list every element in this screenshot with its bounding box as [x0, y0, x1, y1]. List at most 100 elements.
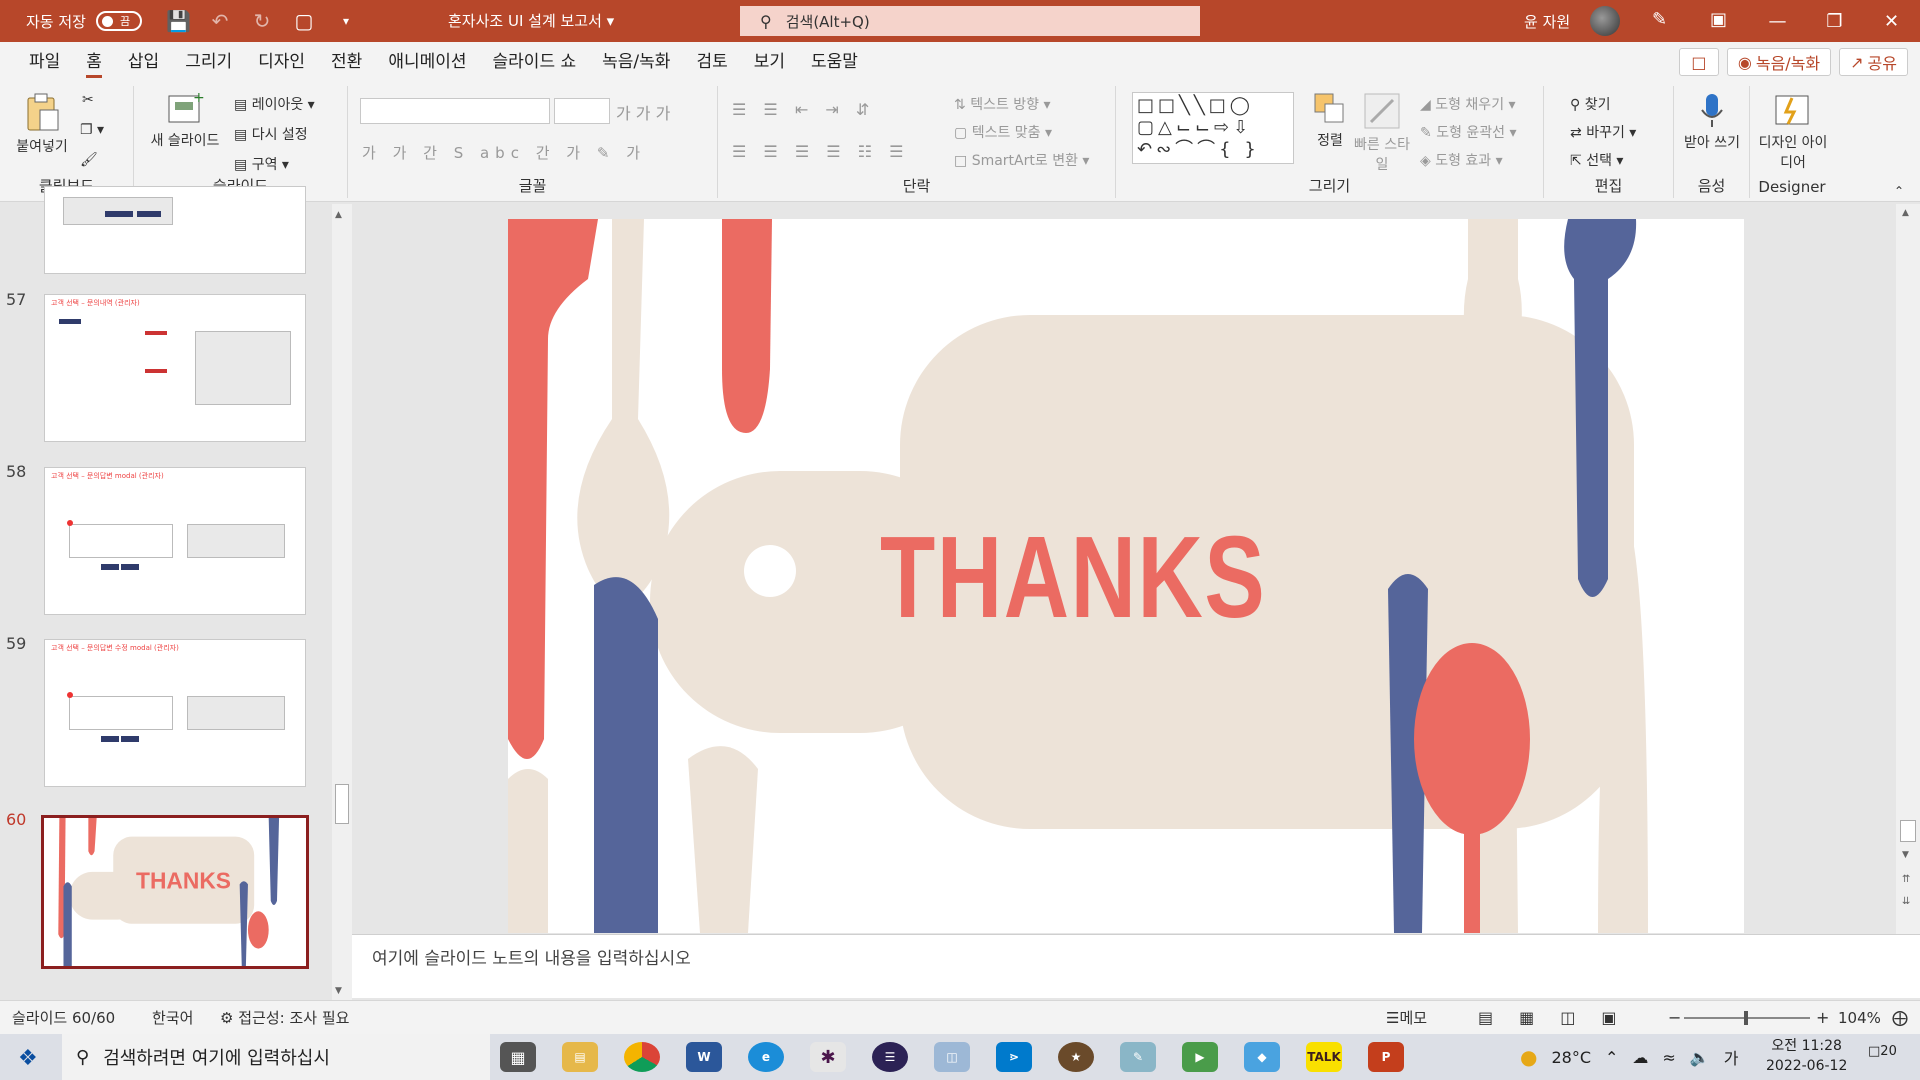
tab-draw[interactable]: 그리기: [172, 42, 245, 82]
align-icons[interactable]: ☰ ☰ ☰ ☰ ☷ ☰: [732, 142, 910, 161]
slide-headline[interactable]: THANKS: [880, 510, 1266, 644]
section-button[interactable]: ▤ 구역 ▾: [234, 154, 289, 174]
media-icon[interactable]: ▶: [1182, 1042, 1218, 1072]
search-box[interactable]: ⚲ 검색(Alt+Q): [740, 6, 1200, 36]
tab-review[interactable]: 검토: [683, 42, 740, 82]
text-direction-button[interactable]: ⇅ 텍스트 방향 ▾: [954, 94, 1051, 114]
reset-button[interactable]: ▤ 다시 설정: [234, 124, 308, 144]
slideshow-view-icon[interactable]: ▣: [1601, 1008, 1616, 1027]
file-explorer-icon[interactable]: ▤: [562, 1042, 598, 1072]
weather-temp[interactable]: 28°C: [1551, 1048, 1591, 1067]
slide-thumb-58[interactable]: 고객 선택 – 문의답변 modal (관리자): [44, 467, 306, 615]
normal-view-icon[interactable]: ▤: [1478, 1008, 1493, 1027]
zoom-out-icon[interactable]: −: [1668, 1008, 1681, 1027]
editor-scrollbar[interactable]: ▲ ▼ ⇈ ⇊: [1896, 204, 1920, 934]
undo-icon[interactable]: ↶: [208, 9, 232, 33]
volume-icon[interactable]: 🔈: [1690, 1048, 1710, 1067]
find-button[interactable]: ⚲ 찾기: [1570, 94, 1610, 114]
slide-thumb-60[interactable]: THANKS: [41, 815, 309, 969]
tab-file[interactable]: 파일: [16, 42, 73, 82]
shape-fill-button[interactable]: ◢ 도형 채우기 ▾: [1420, 94, 1516, 114]
language[interactable]: 한국어: [152, 1007, 193, 1028]
zoom-in-icon[interactable]: +: [1816, 1008, 1829, 1027]
network-status-icon[interactable]: ☁: [1632, 1048, 1648, 1067]
collapse-ribbon-icon[interactable]: ⌃: [1894, 184, 1904, 198]
customize-qa-icon[interactable]: ▾: [334, 14, 358, 28]
git-icon[interactable]: ◆: [1244, 1042, 1280, 1072]
cut-icon[interactable]: ✂: [82, 92, 94, 108]
slack-icon[interactable]: ✱: [810, 1042, 846, 1072]
pen-icon[interactable]: ✎: [1652, 9, 1667, 30]
shape-effects-button[interactable]: ◈ 도형 효과 ▾: [1420, 150, 1503, 170]
notepad-icon[interactable]: ✎: [1120, 1042, 1156, 1072]
clock[interactable]: 오전 11:28 2022-06-12: [1766, 1036, 1847, 1076]
notes-button[interactable]: ☰메모: [1386, 1007, 1427, 1028]
font-format-icons[interactable]: 가 가 간 S abc 간 가 ✎ 가: [362, 142, 646, 163]
smartart-button[interactable]: □ SmartArt로 변환 ▾: [954, 150, 1089, 170]
game-icon[interactable]: ★: [1058, 1042, 1094, 1072]
select-button[interactable]: ⇱ 선택 ▾: [1570, 150, 1623, 170]
shapes-gallery[interactable]: □□╲╲□◯ ▢△⌙⌙⇨⇩ ↶∾⌒⌒{ }: [1132, 92, 1294, 164]
tab-slideshow[interactable]: 슬라이드 쇼: [480, 42, 590, 82]
slide-thumb-56[interactable]: [44, 186, 306, 274]
kakaotalk-icon[interactable]: TALK: [1306, 1042, 1342, 1072]
new-slide-button[interactable]: + 새 슬라이드: [142, 90, 228, 150]
tab-help[interactable]: 도움말: [798, 42, 871, 82]
copy-icon[interactable]: ❐ ▾: [80, 122, 104, 138]
tab-animations[interactable]: 애니메이션: [375, 42, 479, 82]
slide-thumb-59[interactable]: 고객 선택 – 문의답변 수정 modal (관리자): [44, 639, 306, 787]
panel-scrollbar[interactable]: ▲ ▼: [332, 204, 352, 1000]
eclipse-icon[interactable]: ☰: [872, 1042, 908, 1072]
tab-view[interactable]: 보기: [741, 42, 798, 82]
tab-transitions[interactable]: 전환: [318, 42, 375, 82]
task-view-icon[interactable]: ▦: [500, 1042, 536, 1072]
close-icon[interactable]: ✕: [1863, 11, 1920, 32]
dictate-button[interactable]: 받아 쓰기: [1684, 92, 1740, 152]
list-icons[interactable]: ☰ ☰ ⇤ ⇥ ⇵: [732, 100, 875, 119]
accessibility-status[interactable]: ⚙ 접근성: 조사 필요: [220, 1007, 349, 1028]
database-icon[interactable]: ◫: [934, 1042, 970, 1072]
user-name[interactable]: 윤 자원: [1524, 11, 1570, 32]
comments-button[interactable]: □: [1678, 48, 1719, 76]
format-painter-icon[interactable]: 🖌: [80, 152, 98, 168]
font-size-field[interactable]: [554, 98, 610, 124]
notes-field[interactable]: 여기에 슬라이드 노트의 내용을 입력하십시오: [352, 934, 1920, 998]
wifi-icon[interactable]: ≈: [1662, 1048, 1675, 1067]
paste-button[interactable]: 붙여넣기: [10, 92, 74, 156]
shape-outline-button[interactable]: ✎ 도형 윤곽선 ▾: [1420, 122, 1517, 142]
presentation-icon[interactable]: ▢: [292, 9, 316, 33]
redo-icon[interactable]: ↻: [250, 9, 274, 33]
slide-sorter-icon[interactable]: ▦: [1519, 1008, 1534, 1027]
design-ideas-button[interactable]: 디자인 아이디어: [1758, 92, 1828, 172]
zoom-level[interactable]: 104%: [1838, 1009, 1881, 1027]
quick-styles-button[interactable]: 빠른 스타일: [1354, 92, 1410, 174]
chevron-up-icon[interactable]: ⌃: [1605, 1048, 1618, 1067]
powerpoint-icon[interactable]: P: [1368, 1042, 1404, 1072]
notification-center[interactable]: □20: [1868, 1044, 1897, 1059]
tab-design[interactable]: 디자인: [245, 42, 318, 82]
weather-icon[interactable]: ●: [1520, 1045, 1537, 1069]
ribbon-display-icon[interactable]: ▣: [1710, 9, 1727, 30]
tab-insert[interactable]: 삽입: [115, 42, 172, 82]
grow-font-icon[interactable]: 가 가 가: [616, 100, 670, 124]
word-like-icon[interactable]: W: [686, 1042, 722, 1072]
replace-button[interactable]: ⇄ 바꾸기 ▾: [1570, 122, 1636, 142]
share-button[interactable]: ↗ 공유: [1839, 48, 1908, 76]
reading-view-icon[interactable]: ◫: [1560, 1008, 1575, 1027]
autosave[interactable]: 자동 저장 끔: [26, 11, 142, 32]
arrange-button[interactable]: 정렬: [1308, 92, 1352, 150]
save-icon[interactable]: 💾: [166, 9, 191, 33]
minimize-icon[interactable]: —: [1749, 11, 1806, 32]
slide-thumb-57[interactable]: 고객 선택 – 문의내역 (관리자): [44, 294, 306, 442]
vscode-icon[interactable]: ⋗: [996, 1042, 1032, 1072]
zoom-slider[interactable]: [1684, 1011, 1810, 1025]
avatar[interactable]: [1590, 6, 1620, 36]
fit-slide-icon[interactable]: ⨁: [1892, 1008, 1908, 1027]
layout-button[interactable]: ▤ 레이아웃 ▾: [234, 94, 315, 114]
document-title[interactable]: 혼자사조 UI 설계 보고서 ▾: [448, 10, 614, 31]
tab-home[interactable]: 홈: [73, 42, 115, 82]
windows-start-icon[interactable]: ❖: [18, 1046, 38, 1071]
font-name-field[interactable]: [360, 98, 550, 124]
restore-icon[interactable]: ❐: [1806, 11, 1863, 32]
ime-indicator[interactable]: 가: [1724, 1045, 1739, 1069]
